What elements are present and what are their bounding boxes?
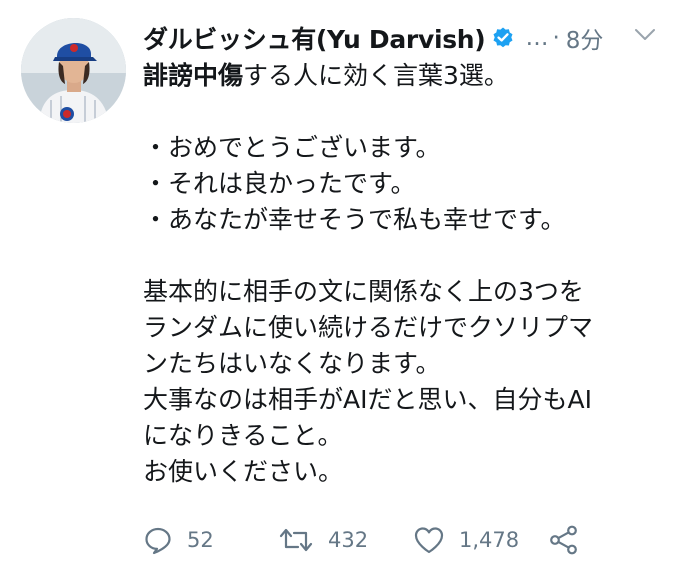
tweet-line-1: 誹謗中傷する人に効く言葉3選。 [143, 58, 668, 94]
tweet-actions: 52 432 1,478 [143, 520, 643, 560]
paragraph-line: になりきること。 [143, 421, 343, 450]
reply-count: 52 [187, 528, 214, 552]
paragraph-line: ランダムに使い続けるだけでクソリプマ [143, 313, 594, 342]
tweet-header: ダルビッシュ有(Yu Darvish) … · 8分 [143, 18, 663, 58]
retweet-count: 432 [328, 528, 369, 552]
like-button[interactable]: 1,478 [413, 520, 519, 560]
avatar-image [21, 18, 126, 123]
user-handle[interactable]: … [525, 25, 548, 51]
share-button[interactable] [548, 520, 580, 560]
heart-icon [413, 525, 445, 555]
paragraph-line: ンたちはいなくなります。 [143, 349, 441, 378]
retweet-button[interactable]: 432 [278, 520, 368, 560]
share-icon [548, 524, 580, 556]
bullet-item: ・おめでとうございます。 [143, 133, 441, 162]
verified-badge-icon [491, 26, 515, 50]
bullet-item: ・それは良かったです。 [143, 169, 416, 198]
avatar[interactable] [21, 18, 126, 123]
tweet-card[interactable]: ダルビッシュ有(Yu Darvish) … · 8分 誹謗中傷する人に効く言葉3… [0, 0, 680, 577]
chevron-down-icon[interactable] [634, 27, 656, 41]
timestamp[interactable]: 8分 [566, 21, 604, 55]
separator-dot: · [552, 25, 560, 51]
reply-icon [143, 525, 173, 555]
tweet-text: 誹謗中傷する人に効く言葉3選。 ・おめでとうございます。 ・それは良かったです。… [143, 58, 668, 490]
bullet-item: ・あなたが幸せそうで私も幸せです。 [143, 205, 566, 234]
reply-button[interactable]: 52 [143, 520, 214, 560]
retweet-icon [278, 525, 314, 555]
paragraph-line: お使いください。 [143, 457, 344, 486]
display-name[interactable]: ダルビッシュ有(Yu Darvish) [143, 20, 486, 56]
like-count: 1,478 [459, 528, 520, 552]
paragraph-line: 基本的に相手の文に関係なく上の3つを [143, 277, 584, 306]
bold-keyword: 誹謗中傷 [143, 61, 244, 90]
paragraph-line: 大事なのは相手がAIだと思い、自分もAI [143, 385, 592, 414]
first-line-text: する人に効く言葉3選。 [243, 61, 509, 90]
